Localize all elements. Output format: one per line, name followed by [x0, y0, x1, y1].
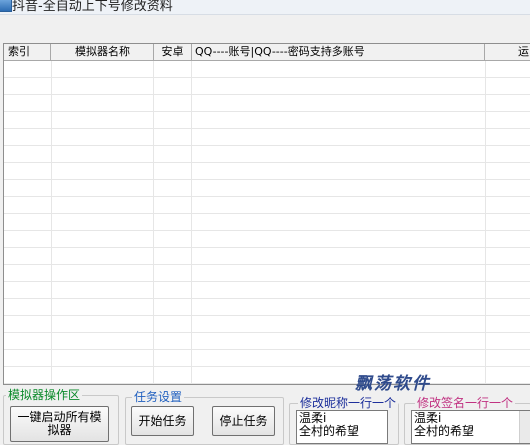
- column-header-emulator-name[interactable]: 模拟器名称: [52, 44, 154, 60]
- nickname-group: 修改昵称一行一个 温柔i 全村的希望: [289, 396, 399, 445]
- column-header-run[interactable]: 运: [486, 44, 530, 60]
- emulator-group-legend: 模拟器操作区: [6, 388, 83, 402]
- app-icon: [0, 0, 12, 12]
- emulator-grid[interactable]: 索引 模拟器名称 安卓 QQ----账号|QQ----密码支持多账号 运: [3, 43, 530, 385]
- task-settings-group: 任务设置 开始任务 停止任务: [125, 390, 284, 445]
- signature-scrollbar[interactable]: [519, 411, 530, 443]
- emulator-operation-group: 模拟器操作区 一键启动所有模拟器: [3, 388, 119, 445]
- grid-header: 索引 模拟器名称 安卓 QQ----账号|QQ----密码支持多账号 运: [4, 44, 530, 61]
- nickname-textarea[interactable]: 温柔i 全村的希望: [296, 410, 388, 444]
- nickname-group-legend: 修改昵称一行一个: [298, 396, 399, 410]
- grid-divider: [51, 61, 52, 384]
- signature-line: 全村的希望: [414, 424, 475, 438]
- watermark: 飘荡软件: [355, 374, 431, 394]
- task-group-legend: 任务设置: [132, 390, 185, 404]
- grid-divider: [153, 61, 154, 384]
- nickname-line: 全村的希望: [299, 424, 360, 438]
- column-header-android[interactable]: 安卓: [154, 44, 192, 60]
- grid-divider: [485, 61, 486, 384]
- start-all-emulators-button[interactable]: 一键启动所有模拟器: [10, 406, 109, 442]
- window-title: 抖音-全自动上下号修改资料: [12, 0, 173, 14]
- signature-textarea[interactable]: 温柔i 全村的希望: [411, 410, 530, 444]
- column-header-index[interactable]: 索引: [4, 44, 51, 60]
- grid-divider: [191, 61, 192, 384]
- grid-body[interactable]: [4, 61, 530, 384]
- title-bar[interactable]: 抖音-全自动上下号修改资料: [0, 0, 530, 15]
- signature-group: 修改签名一行一个 温柔i 全村的希望: [404, 396, 530, 445]
- start-task-button[interactable]: 开始任务: [131, 406, 194, 436]
- signature-group-legend: 修改签名一行一个: [415, 396, 516, 410]
- column-header-qq-accounts[interactable]: QQ----账号|QQ----密码支持多账号: [192, 44, 485, 60]
- stop-task-button[interactable]: 停止任务: [212, 406, 275, 436]
